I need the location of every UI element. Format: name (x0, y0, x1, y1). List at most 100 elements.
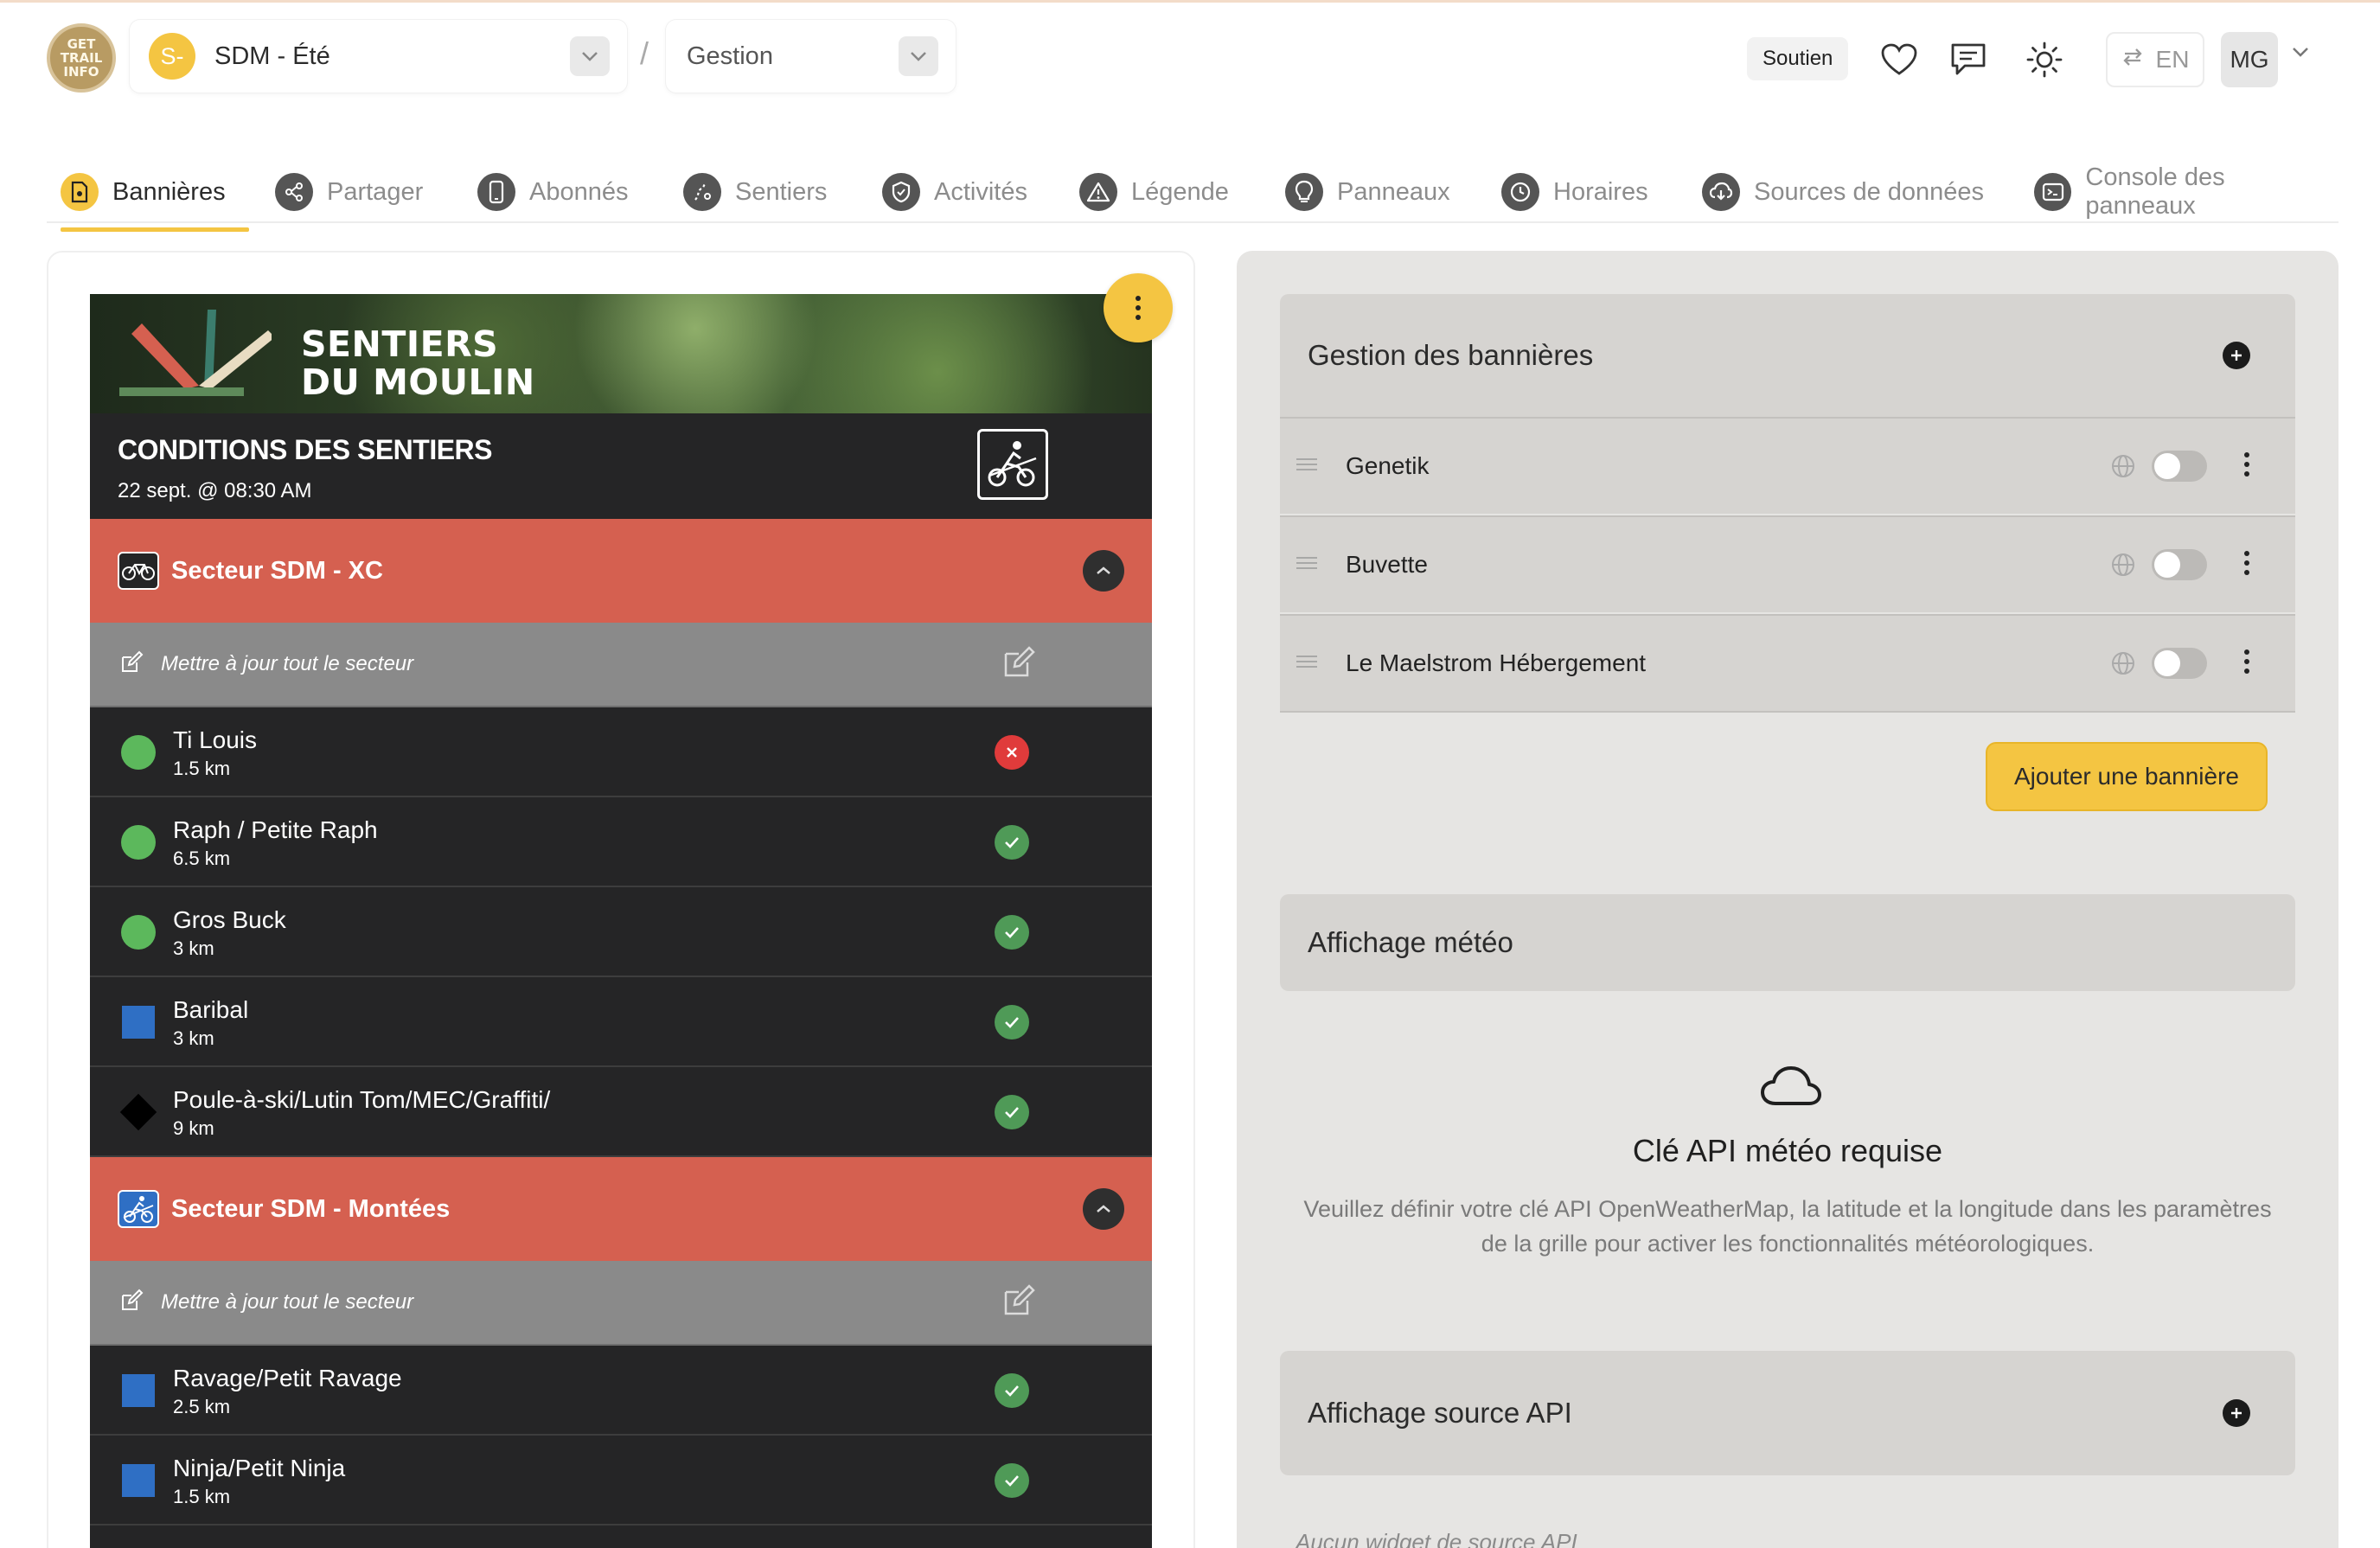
lightbulb-icon (1285, 173, 1323, 211)
black-diamond-difficulty (119, 1093, 157, 1131)
tab-bannieres[interactable]: Bannières (61, 163, 249, 232)
trail-row: Baribal 3 km (90, 977, 1152, 1067)
blue-square-difficulty (122, 1006, 155, 1039)
more-vertical-icon[interactable] (2243, 550, 2252, 580)
trail-panel-preview: SENTIERS DU MOULIN CONDITIONS DES SENTIE… (90, 294, 1152, 1548)
banner-name: Buvette (1346, 551, 1428, 578)
add-banner-button[interactable]: Ajouter une bannière (1986, 742, 2268, 811)
blue-square-difficulty (122, 1374, 155, 1407)
trail-row: Poule-à-ski/Lutin Tom/MEC/Graffiti/ 9 km (90, 1067, 1152, 1157)
edit-icon (119, 1289, 144, 1317)
heart-icon[interactable] (1878, 39, 1920, 80)
tab-activites[interactable]: Activités (882, 163, 1027, 221)
user-avatar[interactable]: MG (2221, 32, 2278, 87)
project-avatar: S- (149, 33, 195, 80)
update-sector-label: Mettre à jour tout le secteur (161, 652, 414, 675)
sector-name: Secteur SDM - Montées (171, 1194, 451, 1223)
chevron-down-icon[interactable] (2292, 46, 2309, 61)
add-circle-icon[interactable] (2223, 342, 2250, 369)
edit-icon (119, 650, 144, 679)
banner-icon (61, 173, 99, 211)
theme-sun-icon[interactable] (2024, 39, 2065, 80)
trail-row: Ravage/Petit Ravage 2.5 km (90, 1346, 1152, 1436)
language-switcher[interactable]: EN (2106, 32, 2204, 87)
share-icon (275, 173, 313, 211)
mountain-bike-icon (977, 429, 1048, 500)
app-header: GET TRAIL INFO S- SDM - Été / Gestion So… (0, 3, 2380, 115)
active-tab-indicator (61, 227, 249, 232)
edit-icon[interactable] (1001, 645, 1036, 684)
tab-sentiers[interactable]: Sentiers (683, 163, 827, 221)
clock-icon (1501, 173, 1539, 211)
section-title: Gestion des bannières (1308, 339, 1594, 371)
banner-name: Genetik (1346, 452, 1430, 479)
chevron-down-icon[interactable] (570, 36, 610, 76)
uphill-bike-icon (118, 1190, 159, 1228)
banner-item: Genetik (1280, 417, 2295, 514)
update-sector-row[interactable]: Mettre à jour tout le secteur (90, 623, 1152, 707)
open-status-icon[interactable] (995, 1095, 1029, 1129)
conditions-date: 22 sept. @ 08:30 AM (118, 479, 312, 502)
section-title: Affichage source API (1308, 1397, 1572, 1429)
get-trail-info-logo[interactable]: GET TRAIL INFO (47, 23, 116, 93)
banner-enabled-toggle[interactable] (2152, 451, 2207, 482)
open-status-icon[interactable] (995, 1373, 1029, 1408)
open-status-icon[interactable] (995, 825, 1029, 860)
chevron-up-icon[interactable] (1083, 550, 1124, 592)
drag-handle-icon[interactable] (1296, 556, 1318, 574)
swap-arrows-icon (2121, 46, 2144, 74)
breadcrumb-separator: / (640, 35, 649, 71)
sector-name: Secteur SDM - XC (171, 556, 383, 585)
green-circle-difficulty (121, 735, 156, 770)
tab-partager[interactable]: Partager (275, 163, 423, 221)
banner-item: Le Maelstrom Hébergement (1280, 614, 2295, 713)
more-vertical-icon[interactable] (2243, 649, 2252, 679)
preview-options-button[interactable] (1104, 273, 1173, 342)
weather-empty-description: Veuillez définir votre clé API OpenWeath… (1303, 1196, 2272, 1257)
banner-enabled-toggle[interactable] (2152, 648, 2207, 679)
mode-selector[interactable]: Gestion (666, 20, 956, 93)
drag-handle-icon[interactable] (1296, 655, 1318, 673)
banner-enabled-toggle[interactable] (2152, 549, 2207, 580)
more-vertical-icon[interactable] (2243, 451, 2252, 482)
tab-legende[interactable]: Légende (1079, 163, 1229, 221)
trail-row: Ti Louis 1.5 km (90, 707, 1152, 797)
banner-title: SENTIERS DU MOULIN (301, 323, 535, 403)
tab-panneaux[interactable]: Panneaux (1285, 163, 1450, 221)
chevron-down-icon[interactable] (899, 36, 938, 76)
management-tabs: Bannières Partager Abonnés Sentiers Acti… (47, 154, 2338, 232)
tab-sources-donnees[interactable]: Sources de données (1702, 163, 1984, 221)
sector-header[interactable]: Secteur SDM - Montées (90, 1157, 1152, 1261)
open-status-icon[interactable] (995, 1463, 1029, 1498)
green-circle-difficulty (121, 915, 156, 950)
drag-handle-icon[interactable] (1296, 457, 1318, 476)
api-source-empty-text: Aucun widget de source API (1296, 1529, 1577, 1548)
update-sector-label: Mettre à jour tout le secteur (161, 1290, 414, 1314)
add-circle-icon[interactable] (2223, 1399, 2250, 1427)
moulin-logo (116, 306, 275, 406)
support-button[interactable]: Soutien (1747, 37, 1849, 80)
weather-empty-state: Clé API météo requise Veuillez définir v… (1280, 1064, 2295, 1261)
shield-icon (882, 173, 920, 211)
feedback-icon[interactable] (1948, 39, 1989, 80)
cloud-icon (1760, 1064, 1822, 1113)
chevron-up-icon[interactable] (1083, 1188, 1124, 1230)
open-status-icon[interactable] (995, 915, 1029, 950)
conditions-title: CONDITIONS DES SENTIERS (118, 434, 493, 465)
trail-row: Raph / Petite Raph 6.5 km (90, 797, 1152, 887)
project-selector[interactable]: S- SDM - Été (130, 20, 627, 93)
open-status-icon[interactable] (995, 1005, 1029, 1039)
phone-icon (477, 173, 515, 211)
update-sector-row[interactable]: Mettre à jour tout le secteur (90, 1261, 1152, 1346)
tab-console-panneaux[interactable]: Console des panneaux (2034, 163, 2338, 221)
sector-header[interactable]: Secteur SDM - XC (90, 519, 1152, 623)
closed-status-icon[interactable] (995, 735, 1029, 770)
project-name: SDM - Été (214, 42, 330, 70)
header-banner-image: SENTIERS DU MOULIN (90, 294, 1152, 413)
globe-icon (2110, 453, 2136, 479)
section-title: Affichage météo (1308, 926, 1513, 958)
tab-horaires[interactable]: Horaires (1501, 163, 1648, 221)
trail-row: Ninja/Petit Ninja 1.5 km (90, 1436, 1152, 1526)
edit-icon[interactable] (1001, 1283, 1036, 1322)
tab-abonnes[interactable]: Abonnés (477, 163, 629, 221)
